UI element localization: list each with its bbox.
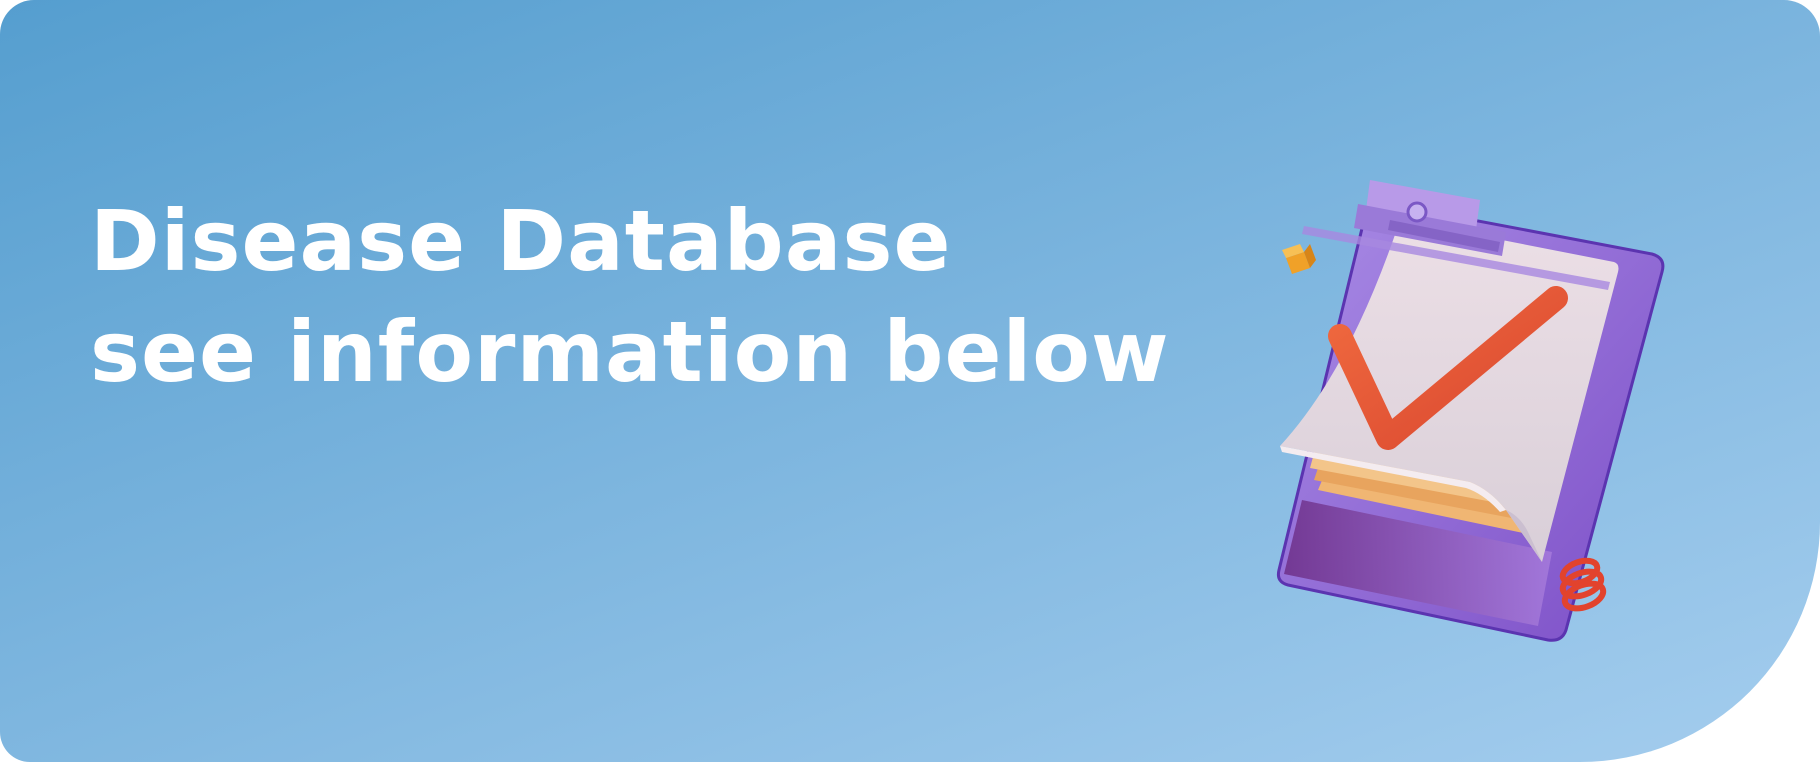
banner-title-line-1: Disease Database — [90, 192, 952, 290]
banner-title-line-2: see information below — [90, 303, 1170, 401]
clipboard-checkmark-icon — [1276, 180, 1665, 642]
hero-banner: Disease Database see information below — [0, 0, 1820, 762]
cube-icon — [1282, 244, 1316, 274]
banner-headline: Disease Database see information below — [90, 186, 1170, 408]
